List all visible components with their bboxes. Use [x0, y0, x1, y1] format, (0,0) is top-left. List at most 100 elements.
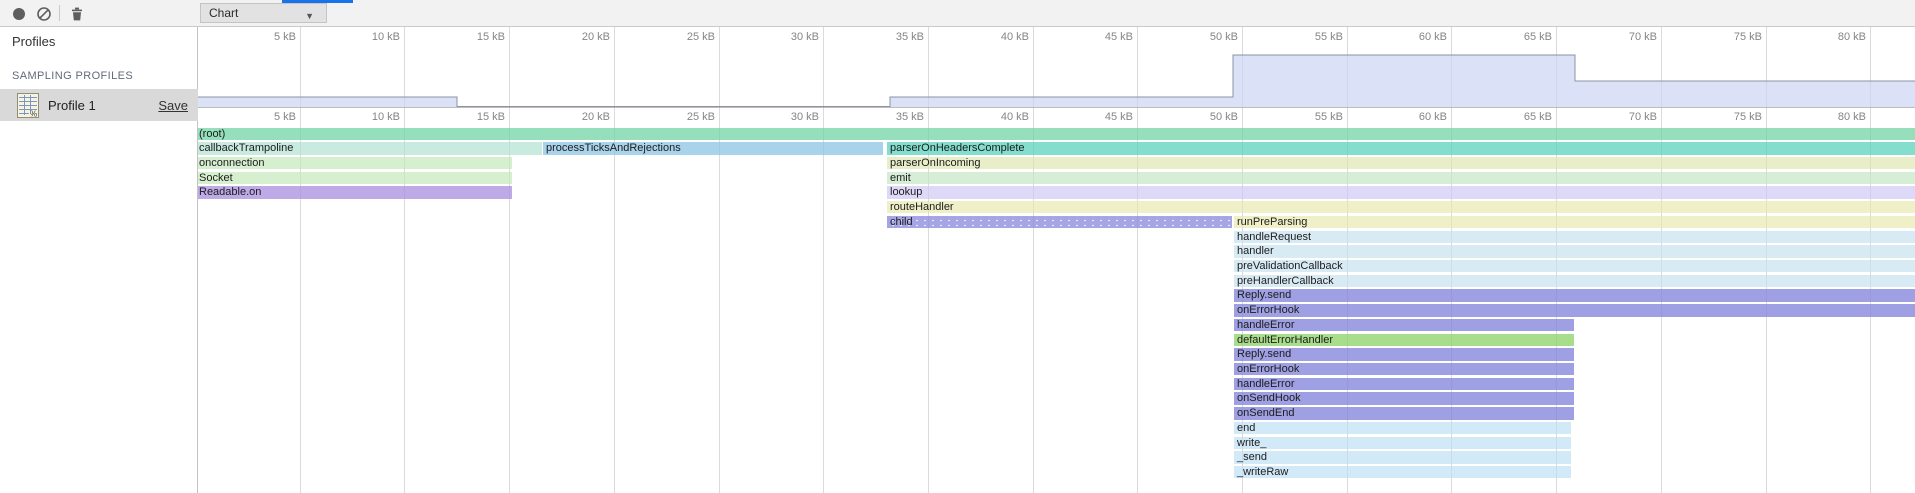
flame-bar-label: onconnection — [196, 157, 512, 169]
flame-bar-label: preHandlerCallback — [1234, 275, 1915, 287]
flame-bar[interactable]: handleError — [1234, 319, 1574, 331]
flame-bar[interactable]: end — [1234, 422, 1571, 434]
flame-bar[interactable]: Reply.send — [1234, 348, 1574, 360]
flame-bar[interactable]: onErrorHook — [1234, 363, 1574, 375]
ruler-tick-label: 15 kB — [435, 111, 505, 123]
profile-name: Profile 1 — [48, 98, 96, 113]
trash-icon — [68, 5, 86, 23]
flame-bar[interactable]: Socket — [196, 172, 512, 184]
memory-profiler-panel: 5 kB10 kB15 kB20 kB25 kB30 kB35 kB40 kB4… — [0, 0, 1915, 493]
ruler-tick-label: 10 kB — [330, 111, 400, 123]
ruler-tick-label: 55 kB — [1273, 31, 1343, 43]
ruler-tick-label: 50 kB — [1168, 31, 1238, 43]
flame-bar[interactable]: handler — [1234, 245, 1915, 257]
ruler-tick-label: 40 kB — [959, 31, 1029, 43]
flame-bar[interactable]: _writeRaw — [1234, 466, 1571, 478]
ruler-tick-label: 45 kB — [1063, 111, 1133, 123]
gridline — [1451, 26, 1452, 493]
ruler-tick-label: 20 kB — [540, 31, 610, 43]
ruler-tick-label: 20 kB — [540, 111, 610, 123]
flame-bar[interactable]: handleError — [1234, 378, 1574, 390]
gridline — [1033, 26, 1034, 493]
ruler-tick-label: 40 kB — [959, 111, 1029, 123]
flame-bar[interactable]: write_ — [1234, 437, 1571, 449]
flame-bar[interactable]: onSendEnd — [1234, 407, 1574, 419]
flame-bar[interactable]: parserOnIncoming — [887, 157, 1915, 169]
flame-bar-label: processTicksAndRejections — [543, 142, 883, 154]
ruler-tick-label: 75 kB — [1692, 111, 1762, 123]
gridline — [1137, 26, 1138, 493]
flame-bar-label: onErrorHook — [1234, 363, 1574, 375]
record-icon — [13, 8, 25, 20]
toolbar-divider — [59, 5, 60, 21]
flame-bar-label: Socket — [196, 172, 512, 184]
flame-bar[interactable]: preHandlerCallback — [1234, 275, 1915, 287]
gridline — [1661, 26, 1662, 493]
gridline — [1347, 26, 1348, 493]
flame-bar-label: emit — [887, 172, 1915, 184]
gridline — [1242, 26, 1243, 493]
flame-bar[interactable]: handleRequest — [1234, 231, 1915, 243]
flame-bar[interactable]: Readable.on — [196, 186, 512, 198]
flame-bar[interactable]: preValidationCallback — [1234, 260, 1915, 272]
flame-bar-label: runPreParsing — [1234, 216, 1915, 228]
flame-bar[interactable]: child — [887, 216, 1232, 228]
block-icon — [35, 5, 53, 23]
flame-bar-label: onSendEnd — [1234, 407, 1574, 419]
flame-bar-label: parserOnIncoming — [887, 157, 1915, 169]
ruler-tick-label: 45 kB — [1063, 31, 1133, 43]
flame-bar-label: callbackTrampoline — [196, 142, 542, 154]
flame-bar-label: routeHandler — [887, 201, 1915, 213]
ruler-tick-label: 65 kB — [1482, 31, 1552, 43]
ruler-tick-label: 50 kB — [1168, 111, 1238, 123]
flame-bar[interactable]: routeHandler — [887, 201, 1915, 213]
gridline — [404, 26, 405, 493]
flame-bar[interactable]: emit — [887, 172, 1915, 184]
flame-bar-label: handleRequest — [1234, 231, 1915, 243]
flame-bar[interactable]: parserOnHeadersComplete — [887, 142, 1915, 154]
ruler-tick-label: 65 kB — [1482, 111, 1552, 123]
flame-bar[interactable]: lookup — [887, 186, 1915, 198]
ruler-tick-label: 60 kB — [1377, 111, 1447, 123]
ruler-tick-label: 5 kB — [226, 31, 296, 43]
ruler-tick-label: 60 kB — [1377, 31, 1447, 43]
flame-bar[interactable]: (root) — [196, 128, 1915, 140]
chart-view-select-value: Chart — [209, 6, 238, 20]
ruler-tick-label: 35 kB — [854, 31, 924, 43]
flame-bar[interactable]: callbackTrampoline — [196, 142, 542, 154]
gridline — [614, 26, 615, 493]
flame-bar[interactable]: defaultErrorHandler — [1234, 334, 1574, 346]
flame-bar-label: handler — [1234, 245, 1915, 257]
save-link[interactable]: Save — [158, 98, 188, 113]
sidebar-item-profile-1[interactable]: % Profile 1 Save — [0, 89, 198, 121]
delete-profile-button[interactable] — [68, 5, 86, 23]
flame-bar[interactable]: onErrorHook — [1234, 304, 1915, 316]
ruler-tick-label: 10 kB — [330, 31, 400, 43]
flame-bar[interactable]: onSendHook — [1234, 392, 1574, 404]
gridline — [823, 26, 824, 493]
flame-bar[interactable]: processTicksAndRejections — [543, 142, 883, 154]
svg-text:%: % — [30, 110, 37, 119]
flame-bar[interactable]: onconnection — [196, 157, 512, 169]
flame-bar-label: Reply.send — [1234, 348, 1574, 360]
record-button[interactable] — [10, 5, 28, 23]
clear-button[interactable] — [35, 5, 53, 23]
flame-bar-label: Reply.send — [1234, 289, 1915, 301]
profile-icon: % — [17, 93, 39, 123]
gridline — [719, 26, 720, 493]
ruler-tick-label: 55 kB — [1273, 111, 1343, 123]
ruler-tick-label: 35 kB — [854, 111, 924, 123]
flame-bar[interactable]: Reply.send — [1234, 289, 1915, 301]
ruler-tick-label: 70 kB — [1587, 111, 1657, 123]
flame-bar[interactable]: _send — [1234, 451, 1571, 463]
gridline — [300, 26, 301, 493]
ruler-tick-label: 30 kB — [749, 31, 819, 43]
flame-bar-label: parserOnHeadersComplete — [887, 142, 1915, 154]
flame-bar-label: preValidationCallback — [1234, 260, 1915, 272]
flame-bar-label: write_ — [1234, 437, 1571, 449]
overview-bottom-border — [196, 107, 1915, 108]
flame-bar-label: lookup — [887, 186, 1915, 198]
chart-view-select[interactable]: Chart ▼ — [200, 3, 327, 23]
flame-bar-label: end — [1234, 422, 1571, 434]
flame-bar[interactable]: runPreParsing — [1234, 216, 1915, 228]
